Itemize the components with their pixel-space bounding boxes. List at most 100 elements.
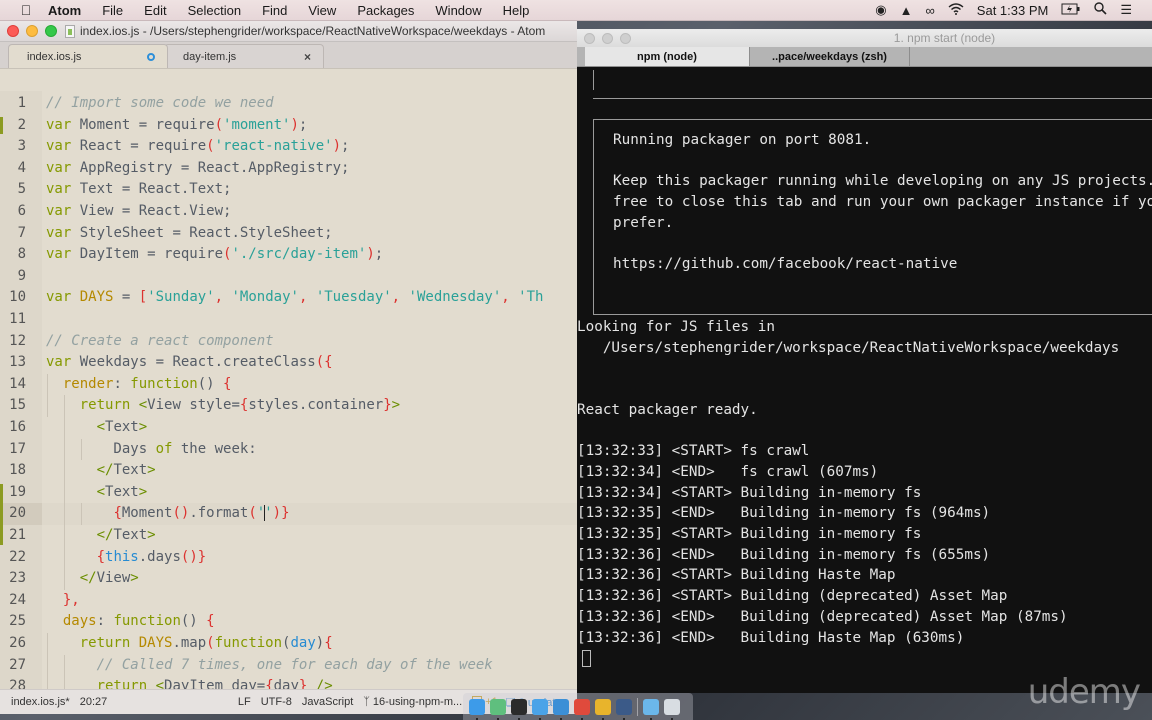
- code-line[interactable]: 7 var StyleSheet = React.StyleSheet;: [0, 223, 577, 245]
- menubar-clock[interactable]: Sat 1:33 PM: [977, 3, 1049, 18]
- code-line[interactable]: 15 return <View style={styles.container}…: [0, 395, 577, 417]
- code-text[interactable]: days: function() {: [46, 611, 215, 633]
- menu-file[interactable]: File: [102, 3, 123, 18]
- code-text[interactable]: var Weekdays = React.createClass({: [46, 352, 333, 374]
- code-editor[interactable]: 1 // Import some code we need 2 var Moment …: [0, 91, 577, 689]
- code-line[interactable]: 24 },: [0, 590, 577, 612]
- status-line-ending[interactable]: LF: [238, 696, 251, 708]
- spotlight-search-icon[interactable]: [1094, 2, 1107, 18]
- terminal-icon[interactable]: [511, 698, 527, 720]
- line-number[interactable]: 11: [0, 309, 26, 331]
- line-number[interactable]: 9: [0, 266, 26, 288]
- apple-icon[interactable]: : [18, 2, 34, 18]
- line-number[interactable]: 24: [0, 590, 26, 612]
- record-icon[interactable]: ◉: [875, 2, 886, 18]
- status-encoding[interactable]: UTF-8: [261, 696, 292, 708]
- maximize-window-button[interactable]: [45, 25, 57, 37]
- trash-icon[interactable]: [664, 698, 680, 720]
- terminal-tab-zsh[interactable]: ..pace/weekdays (zsh): [750, 47, 910, 66]
- minimize-window-button[interactable]: [26, 25, 38, 37]
- code-line[interactable]: 1 // Import some code we need: [0, 93, 577, 115]
- wifi-icon[interactable]: [948, 2, 964, 18]
- code-line[interactable]: 25 days: function() {: [0, 611, 577, 633]
- code-text[interactable]: return DAYS.map(function(day){: [46, 633, 333, 655]
- xcode-icon[interactable]: [532, 698, 548, 720]
- code-text[interactable]: // Import some code we need: [46, 93, 274, 115]
- code-line[interactable]: 21 </Text>: [0, 525, 577, 547]
- menu-window[interactable]: Window: [435, 3, 481, 18]
- line-number[interactable]: 12: [0, 331, 26, 353]
- code-line[interactable]: 4 var AppRegistry = React.AppRegistry;: [0, 158, 577, 180]
- code-text[interactable]: // Create a react component: [46, 331, 274, 353]
- line-number[interactable]: 17: [0, 439, 26, 461]
- menu-find[interactable]: Find: [262, 3, 287, 18]
- line-number[interactable]: 15: [0, 395, 26, 417]
- downloads-folder-icon[interactable]: [643, 698, 659, 720]
- quicktime-icon[interactable]: [616, 698, 632, 720]
- code-text[interactable]: <Text>: [46, 482, 148, 504]
- line-number[interactable]: 28: [0, 676, 26, 689]
- line-number[interactable]: 18: [0, 460, 26, 482]
- line-number[interactable]: 23: [0, 568, 26, 590]
- status-cursor-position[interactable]: 20:27: [80, 696, 108, 708]
- menu-atom[interactable]: Atom: [48, 3, 81, 18]
- line-number[interactable]: 14: [0, 374, 26, 396]
- code-line[interactable]: 11: [0, 309, 577, 331]
- status-branch[interactable]: ᛉ 16-using-npm-m...: [363, 696, 462, 708]
- line-number[interactable]: 4: [0, 158, 26, 180]
- chrome-icon[interactable]: [574, 698, 590, 720]
- status-grammar[interactable]: JavaScript: [302, 696, 353, 708]
- finder-icon[interactable]: [469, 698, 485, 720]
- code-text[interactable]: var StyleSheet = React.StyleSheet;: [46, 223, 333, 245]
- code-line[interactable]: 20 {Moment().format('')}: [0, 503, 577, 525]
- line-number[interactable]: 16: [0, 417, 26, 439]
- code-text[interactable]: // Called 7 times, one for each day of t…: [46, 655, 493, 677]
- code-line[interactable]: 2 var Moment = require('moment');: [0, 115, 577, 137]
- terminal-tab-npm[interactable]: npm (node): [585, 47, 750, 66]
- line-number[interactable]: 3: [0, 136, 26, 158]
- code-text[interactable]: render: function() {: [46, 374, 232, 396]
- notification-center-icon[interactable]: ☰: [1120, 2, 1132, 18]
- code-line[interactable]: 28 return <DayItem day={day} />: [0, 676, 577, 689]
- line-number[interactable]: 22: [0, 547, 26, 569]
- code-text[interactable]: var AppRegistry = React.AppRegistry;: [46, 158, 349, 180]
- simulator-icon[interactable]: [553, 698, 569, 720]
- menu-help[interactable]: Help: [503, 3, 530, 18]
- line-number[interactable]: 5: [0, 179, 26, 201]
- code-line[interactable]: 26 return DAYS.map(function(day){: [0, 633, 577, 655]
- line-number[interactable]: 10: [0, 287, 26, 309]
- code-line[interactable]: 16 <Text>: [0, 417, 577, 439]
- code-text[interactable]: Days of the week:: [46, 439, 256, 461]
- battery-charging-icon[interactable]: [1061, 3, 1081, 18]
- line-number[interactable]: 8: [0, 244, 26, 266]
- close-window-button[interactable]: [7, 25, 19, 37]
- line-number[interactable]: 27: [0, 655, 26, 677]
- code-line[interactable]: 9: [0, 266, 577, 288]
- line-number[interactable]: 7: [0, 223, 26, 245]
- code-text[interactable]: return <DayItem day={day} />: [46, 676, 333, 689]
- code-text[interactable]: return <View style={styles.container}>: [46, 395, 400, 417]
- code-text[interactable]: var View = React.View;: [46, 201, 231, 223]
- tab-day-item-js[interactable]: day-item.js ×: [164, 44, 324, 68]
- terminal-output[interactable]: Running packager on port 8081. Keep this …: [577, 68, 1152, 693]
- code-text[interactable]: },: [46, 590, 80, 612]
- code-text[interactable]: {this.days()}: [46, 547, 207, 569]
- code-line[interactable]: 22 {this.days()}: [0, 547, 577, 569]
- tab-index-ios-js[interactable]: index.ios.js: [8, 44, 168, 68]
- code-line[interactable]: 8 var DayItem = require('./src/day-item')…: [0, 244, 577, 266]
- code-text[interactable]: </Text>: [46, 460, 156, 482]
- code-text[interactable]: <Text>: [46, 417, 148, 439]
- line-number[interactable]: 6: [0, 201, 26, 223]
- line-number[interactable]: 25: [0, 611, 26, 633]
- code-text[interactable]: var Moment = require('moment');: [46, 115, 307, 137]
- menu-packages[interactable]: Packages: [357, 3, 414, 18]
- code-line[interactable]: 6 var View = React.View;: [0, 201, 577, 223]
- line-number[interactable]: 26: [0, 633, 26, 655]
- line-number[interactable]: 1: [0, 93, 26, 115]
- code-line[interactable]: 23 </View>: [0, 568, 577, 590]
- line-number[interactable]: 20: [0, 503, 42, 525]
- menu-edit[interactable]: Edit: [144, 3, 166, 18]
- atom-icon[interactable]: [490, 698, 506, 720]
- code-line[interactable]: 19 <Text>: [0, 482, 577, 504]
- code-line[interactable]: 17 Days of the week:: [0, 439, 577, 461]
